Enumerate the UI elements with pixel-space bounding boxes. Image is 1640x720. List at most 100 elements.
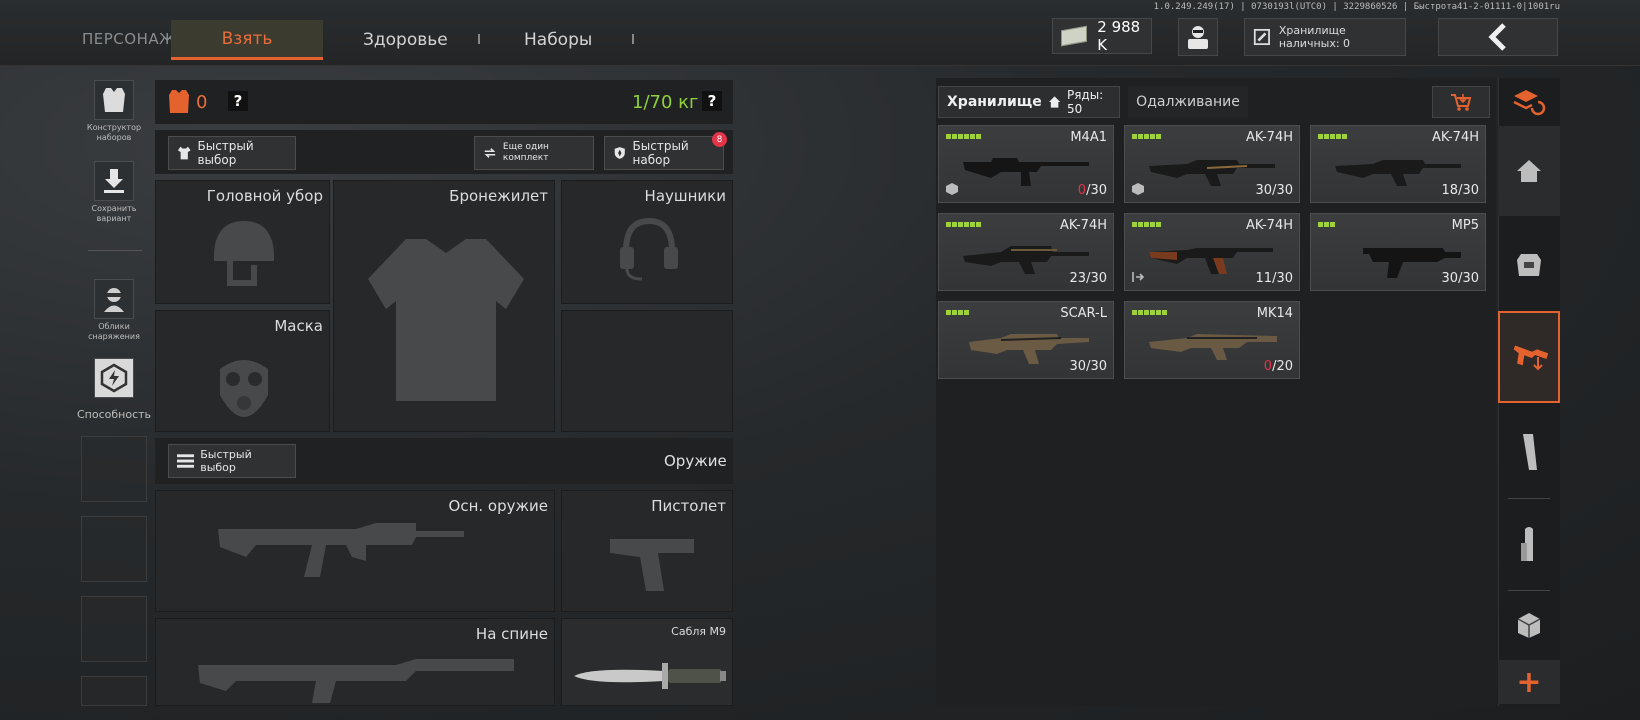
slot-empty-gear[interactable] bbox=[561, 310, 733, 432]
rail-all-button[interactable] bbox=[1498, 80, 1560, 124]
sidebar-divider bbox=[88, 250, 142, 251]
rarity-indicator bbox=[1132, 222, 1161, 227]
another-kit-label: Еще один комплект bbox=[502, 142, 549, 163]
quick-kit-button[interactable]: Быстрый набор bbox=[604, 136, 724, 170]
weapon-card[interactable]: AK-74H 18/30 bbox=[1310, 125, 1486, 203]
home-icon bbox=[1048, 96, 1061, 108]
ammo-total: /30 bbox=[1086, 359, 1107, 374]
slot-headwear[interactable]: Головной убор bbox=[155, 180, 330, 304]
weapon-ammo: 18/30 bbox=[1442, 183, 1479, 198]
ability-label: Способность bbox=[76, 408, 152, 421]
tab-character[interactable]: ПЕРСОНАЖ bbox=[82, 30, 176, 48]
armor-icon bbox=[169, 90, 189, 113]
gas-mask-icon bbox=[220, 360, 268, 417]
rail-supplies-button[interactable] bbox=[1498, 592, 1560, 658]
body-armor-icon bbox=[368, 239, 524, 401]
cash-display[interactable]: 2 988 K bbox=[1052, 18, 1152, 54]
ammo-current: 30 bbox=[1441, 271, 1459, 286]
tab-divider bbox=[632, 34, 634, 44]
weapon-card[interactable]: MK14 0/20 bbox=[1124, 301, 1300, 379]
slot-vest-label: Бронежилет bbox=[449, 187, 548, 205]
slot-headphones[interactable]: Наушники bbox=[561, 180, 733, 304]
weapon-card[interactable]: M4A1 0/30 bbox=[938, 125, 1114, 203]
empty-slot[interactable] bbox=[81, 676, 147, 706]
rail-weapons-button[interactable] bbox=[1498, 311, 1560, 403]
vest-icon bbox=[103, 88, 125, 112]
ammo-total: /30 bbox=[1086, 183, 1107, 198]
tab-lending[interactable]: Одалживание bbox=[1128, 86, 1248, 118]
gear-skins-label: Облики снаряжения bbox=[88, 322, 140, 341]
gear-skins-button[interactable] bbox=[94, 279, 134, 319]
cash-storage-label: Хранилище наличных: 0 bbox=[1278, 24, 1351, 50]
cash-amount: 2 988 K bbox=[1097, 18, 1141, 54]
weapon-card[interactable]: AK-74H 23/30 bbox=[938, 213, 1114, 291]
empty-slot[interactable] bbox=[81, 596, 147, 662]
empty-slot[interactable] bbox=[81, 436, 147, 502]
gear-quick-pick-button[interactable]: Быстрый выбор bbox=[168, 136, 296, 170]
slot-mask-label: Маска bbox=[274, 317, 323, 335]
save-variant-label: Сохранить вариант bbox=[91, 204, 137, 223]
save-variant-button[interactable] bbox=[94, 161, 134, 201]
ammo-total: /30 bbox=[1272, 271, 1293, 286]
ability-button[interactable] bbox=[94, 358, 134, 398]
slot-pistol[interactable]: Пистолет bbox=[561, 490, 733, 612]
helmet-icon bbox=[214, 221, 274, 286]
weapon-quick-pick-button[interactable]: Быстрый выбор bbox=[168, 444, 296, 478]
shield-icon bbox=[614, 147, 625, 159]
chevron-left-icon bbox=[1488, 23, 1506, 51]
weapon-name: MK14 bbox=[1256, 306, 1293, 321]
slot-back-weapon[interactable]: На спине bbox=[155, 618, 555, 706]
gear-quick-pick-label: Быстрый выбор bbox=[197, 139, 254, 167]
build-info: 1.0.249.249(17) | 0730193l(UTC0) | 32298… bbox=[1153, 2, 1560, 12]
weapon-card[interactable]: AK-74H 30/30 bbox=[1124, 125, 1300, 203]
weapon-ammo: 0/20 bbox=[1264, 359, 1293, 374]
tab-storage[interactable]: Хранилище Ряды: 50 bbox=[938, 86, 1120, 118]
ammo-total: /20 bbox=[1272, 359, 1293, 374]
ammo-total: /30 bbox=[1458, 271, 1479, 286]
back-button[interactable] bbox=[1438, 18, 1558, 56]
sort-button[interactable] bbox=[1432, 86, 1490, 118]
layers-refresh-icon bbox=[1513, 90, 1546, 116]
slot-headphones-label: Наушники bbox=[644, 187, 726, 205]
slot-headwear-label: Головной убор bbox=[206, 187, 323, 205]
cart-sort-icon bbox=[1451, 94, 1472, 111]
empty-slot[interactable] bbox=[81, 516, 147, 582]
slot-mask[interactable]: Маска bbox=[155, 310, 330, 432]
weight-help-button[interactable]: ? bbox=[702, 91, 722, 111]
cash-icon bbox=[1061, 25, 1088, 47]
rail-ammo-button[interactable] bbox=[1498, 500, 1560, 590]
another-kit-button[interactable]: Еще один комплект bbox=[474, 136, 594, 170]
kit-builder-button[interactable] bbox=[94, 80, 134, 120]
rarity-indicator bbox=[1132, 310, 1167, 315]
rail-divider bbox=[1508, 498, 1550, 499]
ammo-current: 0 bbox=[1077, 183, 1087, 198]
ammo-current: 30 bbox=[1255, 183, 1273, 198]
profile-button[interactable] bbox=[1178, 18, 1218, 56]
slot-melee[interactable]: Сабля M9 bbox=[561, 618, 733, 706]
ability-icon bbox=[100, 363, 128, 393]
weapon-card[interactable]: SCAR-L 30/30 bbox=[938, 301, 1114, 379]
armor-help-button[interactable]: ? bbox=[228, 91, 248, 111]
slot-melee-label: Сабля M9 bbox=[671, 625, 726, 638]
ammo-total: /30 bbox=[1458, 183, 1479, 198]
weapon-name: AK-74H bbox=[1245, 130, 1293, 145]
quick-kit-badge: 8 bbox=[712, 132, 727, 147]
slot-primary-weapon[interactable]: Осн. оружие bbox=[155, 490, 555, 612]
weapon-name: SCAR-L bbox=[1060, 306, 1107, 321]
cash-storage-button[interactable]: Хранилище наличных: 0 bbox=[1244, 18, 1406, 56]
rail-add-button[interactable]: + bbox=[1498, 660, 1560, 704]
tab-kits[interactable]: Наборы bbox=[524, 30, 592, 50]
rail-magazine-button[interactable] bbox=[1498, 407, 1560, 497]
slot-vest[interactable]: Бронежилет bbox=[333, 180, 555, 432]
weapons-section-title: Оружие bbox=[664, 452, 727, 470]
weapon-card[interactable]: MP5 30/30 bbox=[1310, 213, 1486, 291]
ammo-current: 0 bbox=[1263, 359, 1273, 374]
weapon-ammo: 11/30 bbox=[1256, 271, 1293, 286]
tab-health[interactable]: Здоровье bbox=[363, 30, 448, 50]
tab-storage-label: Хранилище bbox=[947, 94, 1042, 110]
tab-take[interactable]: Взять bbox=[171, 20, 323, 60]
rail-gear-button[interactable] bbox=[1498, 218, 1560, 308]
weapon-card[interactable]: AK-74H 11/30 bbox=[1124, 213, 1300, 291]
rail-home-button[interactable] bbox=[1498, 126, 1560, 216]
weapon-ammo: 0/30 bbox=[1078, 183, 1107, 198]
